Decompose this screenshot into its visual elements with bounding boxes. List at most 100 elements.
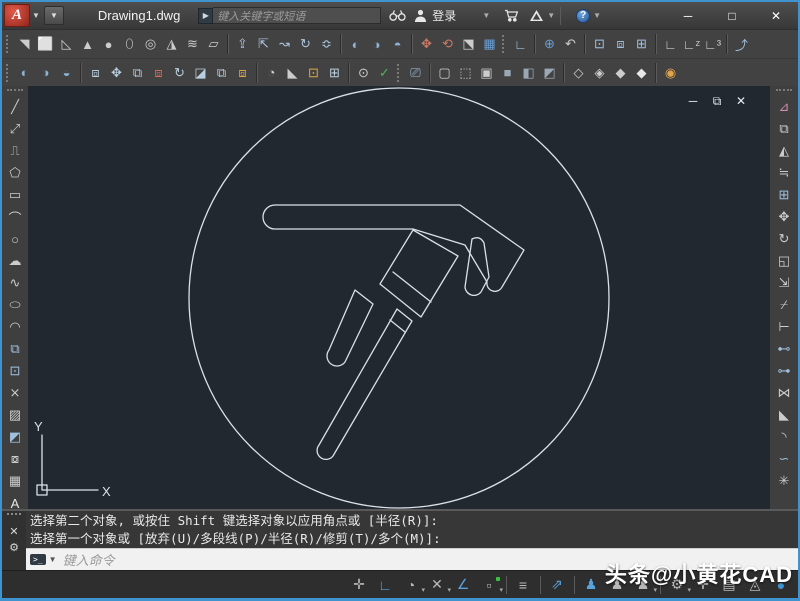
join-icon[interactable]: ⋈ bbox=[772, 382, 796, 404]
construction-line-icon[interactable]: ⤢ bbox=[3, 118, 27, 140]
extrude-faces-icon[interactable]: ⧈ bbox=[85, 61, 106, 85]
intersect-small-icon[interactable]: ◒ bbox=[56, 61, 77, 85]
chamfer-edge-icon[interactable]: ◣ bbox=[282, 61, 303, 85]
polar-tracking-icon[interactable]: ◔▾ bbox=[398, 573, 424, 597]
union-small-icon[interactable]: ◐ bbox=[14, 61, 35, 85]
ucs-icon[interactable]: ∟ bbox=[510, 32, 531, 56]
toolbar-grip[interactable] bbox=[7, 89, 23, 94]
vs-2d-wireframe-icon[interactable]: ▢ bbox=[434, 61, 455, 85]
chamfer-icon[interactable]: ◣ bbox=[772, 404, 796, 426]
rotate-icon[interactable]: ↻ bbox=[772, 228, 796, 250]
pyramid-icon[interactable]: ◮ bbox=[161, 32, 182, 56]
stretch-icon[interactable]: ⇲ bbox=[772, 272, 796, 294]
ellipse-arc-icon[interactable]: ◠ bbox=[3, 316, 27, 338]
torus-icon[interactable]: ◎ bbox=[140, 32, 161, 56]
ucs-z-axis-icon[interactable]: ∟ᶻ bbox=[681, 32, 702, 56]
break-at-point-icon[interactable]: ⊷ bbox=[772, 338, 796, 360]
copy-icon[interactable]: ⧉ bbox=[772, 118, 796, 140]
section-plane-icon[interactable]: ⎚ bbox=[405, 61, 426, 85]
break-icon[interactable]: ⊶ bbox=[772, 360, 796, 382]
render-low-icon[interactable]: ◈ bbox=[589, 61, 610, 85]
polysolid-icon[interactable]: ◥ bbox=[14, 32, 35, 56]
app-menu-caret-icon[interactable]: ▼ bbox=[32, 11, 40, 20]
ucs-object-icon[interactable]: ⧈ bbox=[610, 32, 631, 56]
copy-edges-icon[interactable]: ⊞ bbox=[324, 61, 345, 85]
polyline-icon[interactable]: ⎍ bbox=[3, 140, 27, 162]
polygon-icon[interactable]: ⬠ bbox=[3, 162, 27, 184]
point-icon[interactable]: ⨯ bbox=[3, 382, 27, 404]
scale-icon[interactable]: ◱ bbox=[772, 250, 796, 272]
extrude-icon[interactable]: ⇪ bbox=[232, 32, 253, 56]
trim-icon[interactable]: ⌿ bbox=[772, 294, 796, 316]
multiline-text-icon[interactable]: A bbox=[3, 492, 27, 514]
gradient-icon[interactable]: ◩ bbox=[3, 426, 27, 448]
close-button[interactable]: ✕ bbox=[754, 4, 798, 28]
app-logo-icon[interactable]: A bbox=[4, 4, 30, 27]
toolbar-grip[interactable] bbox=[502, 35, 507, 53]
copy-faces-icon[interactable]: ⧉ bbox=[211, 61, 232, 85]
color-faces-icon[interactable]: ⧈ bbox=[232, 61, 253, 85]
array-icon[interactable]: ⊞ bbox=[772, 184, 796, 206]
move-icon[interactable]: ✥ bbox=[772, 206, 796, 228]
subtract-icon[interactable]: ◑ bbox=[366, 32, 387, 56]
command-customize-icon[interactable]: ⚙ bbox=[9, 539, 19, 555]
command-prompt-caret-icon[interactable]: ▼ bbox=[49, 555, 57, 564]
helix-icon[interactable]: ≋ bbox=[182, 32, 203, 56]
offset-icon[interactable]: ≒ bbox=[772, 162, 796, 184]
exchange-caret-icon[interactable]: ▼ bbox=[547, 11, 555, 20]
ortho-mode-icon[interactable]: ∟ bbox=[372, 573, 398, 597]
region-icon[interactable]: ⧇ bbox=[3, 448, 27, 470]
render-icon[interactable]: ◉ bbox=[660, 61, 681, 85]
intersect-icon[interactable]: ◓ bbox=[387, 32, 408, 56]
rotate-faces-icon[interactable]: ↻ bbox=[169, 61, 190, 85]
offset-faces-icon[interactable]: ⧉ bbox=[127, 61, 148, 85]
search-history-icon[interactable]: ▶ bbox=[198, 8, 213, 24]
toolbar-grip[interactable] bbox=[397, 64, 402, 82]
lineweight-icon[interactable]: ≡ bbox=[510, 573, 536, 597]
table-icon[interactable]: ▦ bbox=[3, 470, 27, 492]
dynamic-input-icon[interactable]: ✛ bbox=[346, 573, 372, 597]
isometric-drafting-icon[interactable]: ✕▾ bbox=[424, 573, 450, 597]
vs-shaded-icon[interactable]: ◩ bbox=[539, 61, 560, 85]
selection-cycling-icon[interactable]: ⇗ bbox=[544, 573, 570, 597]
render-draft-icon[interactable]: ◇ bbox=[568, 61, 589, 85]
viewport-restore-button[interactable]: ⧉ bbox=[710, 94, 724, 109]
login-label[interactable]: 登录 bbox=[432, 7, 456, 24]
user-icon[interactable] bbox=[414, 9, 427, 22]
explode-icon[interactable]: ✳ bbox=[772, 470, 796, 492]
cart-icon[interactable] bbox=[504, 9, 519, 22]
box-icon[interactable]: ⬜ bbox=[35, 32, 56, 56]
object-snap-icon[interactable]: ▫▾ bbox=[476, 573, 502, 597]
circle-icon[interactable]: ○ bbox=[3, 228, 27, 250]
command-close-icon[interactable]: ✕ bbox=[9, 523, 18, 539]
move-faces-icon[interactable]: ✥ bbox=[106, 61, 127, 85]
viewport-close-button[interactable]: ✕ bbox=[734, 94, 748, 109]
exchange-apps-icon[interactable] bbox=[529, 9, 544, 22]
quick-access-dropdown-button[interactable]: ▼ bbox=[44, 6, 64, 25]
toolbar-grip[interactable] bbox=[6, 64, 11, 82]
help-icon[interactable]: ? bbox=[576, 9, 590, 23]
sweep-icon[interactable]: ↝ bbox=[274, 32, 295, 56]
vs-hidden-icon[interactable]: ▣ bbox=[476, 61, 497, 85]
fillet-edge-icon[interactable]: ◔ bbox=[261, 61, 282, 85]
color-edges-icon[interactable]: ⊡ bbox=[303, 61, 324, 85]
presspull-icon[interactable]: ⇱ bbox=[253, 32, 274, 56]
help-caret-icon[interactable]: ▼ bbox=[593, 11, 601, 20]
hatch-icon[interactable]: ▨ bbox=[3, 404, 27, 426]
model-space-canvas[interactable]: ─ ⧉ ✕ bbox=[28, 86, 770, 509]
3d-move-icon[interactable]: ✥ bbox=[416, 32, 437, 56]
render-medium-icon[interactable]: ◆ bbox=[610, 61, 631, 85]
fillet-icon[interactable]: ◝ bbox=[772, 426, 796, 448]
ucs-rotate-x-icon[interactable]: ⤴ bbox=[731, 32, 752, 56]
render-high-icon[interactable]: ◆ bbox=[631, 61, 652, 85]
3d-array-icon[interactable]: ▦ bbox=[479, 32, 500, 56]
insert-block-icon[interactable]: ⧉ bbox=[3, 338, 27, 360]
blend-curves-icon[interactable]: ∽ bbox=[772, 448, 796, 470]
sphere-icon[interactable]: ● bbox=[98, 32, 119, 56]
viewport-minimize-button[interactable]: ─ bbox=[686, 94, 700, 109]
rectangle-icon[interactable]: ▭ bbox=[3, 184, 27, 206]
line-icon[interactable]: ╱ bbox=[3, 96, 27, 118]
search-input[interactable]: 键入关键字或短语 bbox=[213, 7, 381, 24]
union-icon[interactable]: ◐ bbox=[345, 32, 366, 56]
command-history[interactable]: 选择第二个对象, 或按住 Shift 键选择对象以应用角点或 [半径(R)]: … bbox=[26, 511, 798, 548]
